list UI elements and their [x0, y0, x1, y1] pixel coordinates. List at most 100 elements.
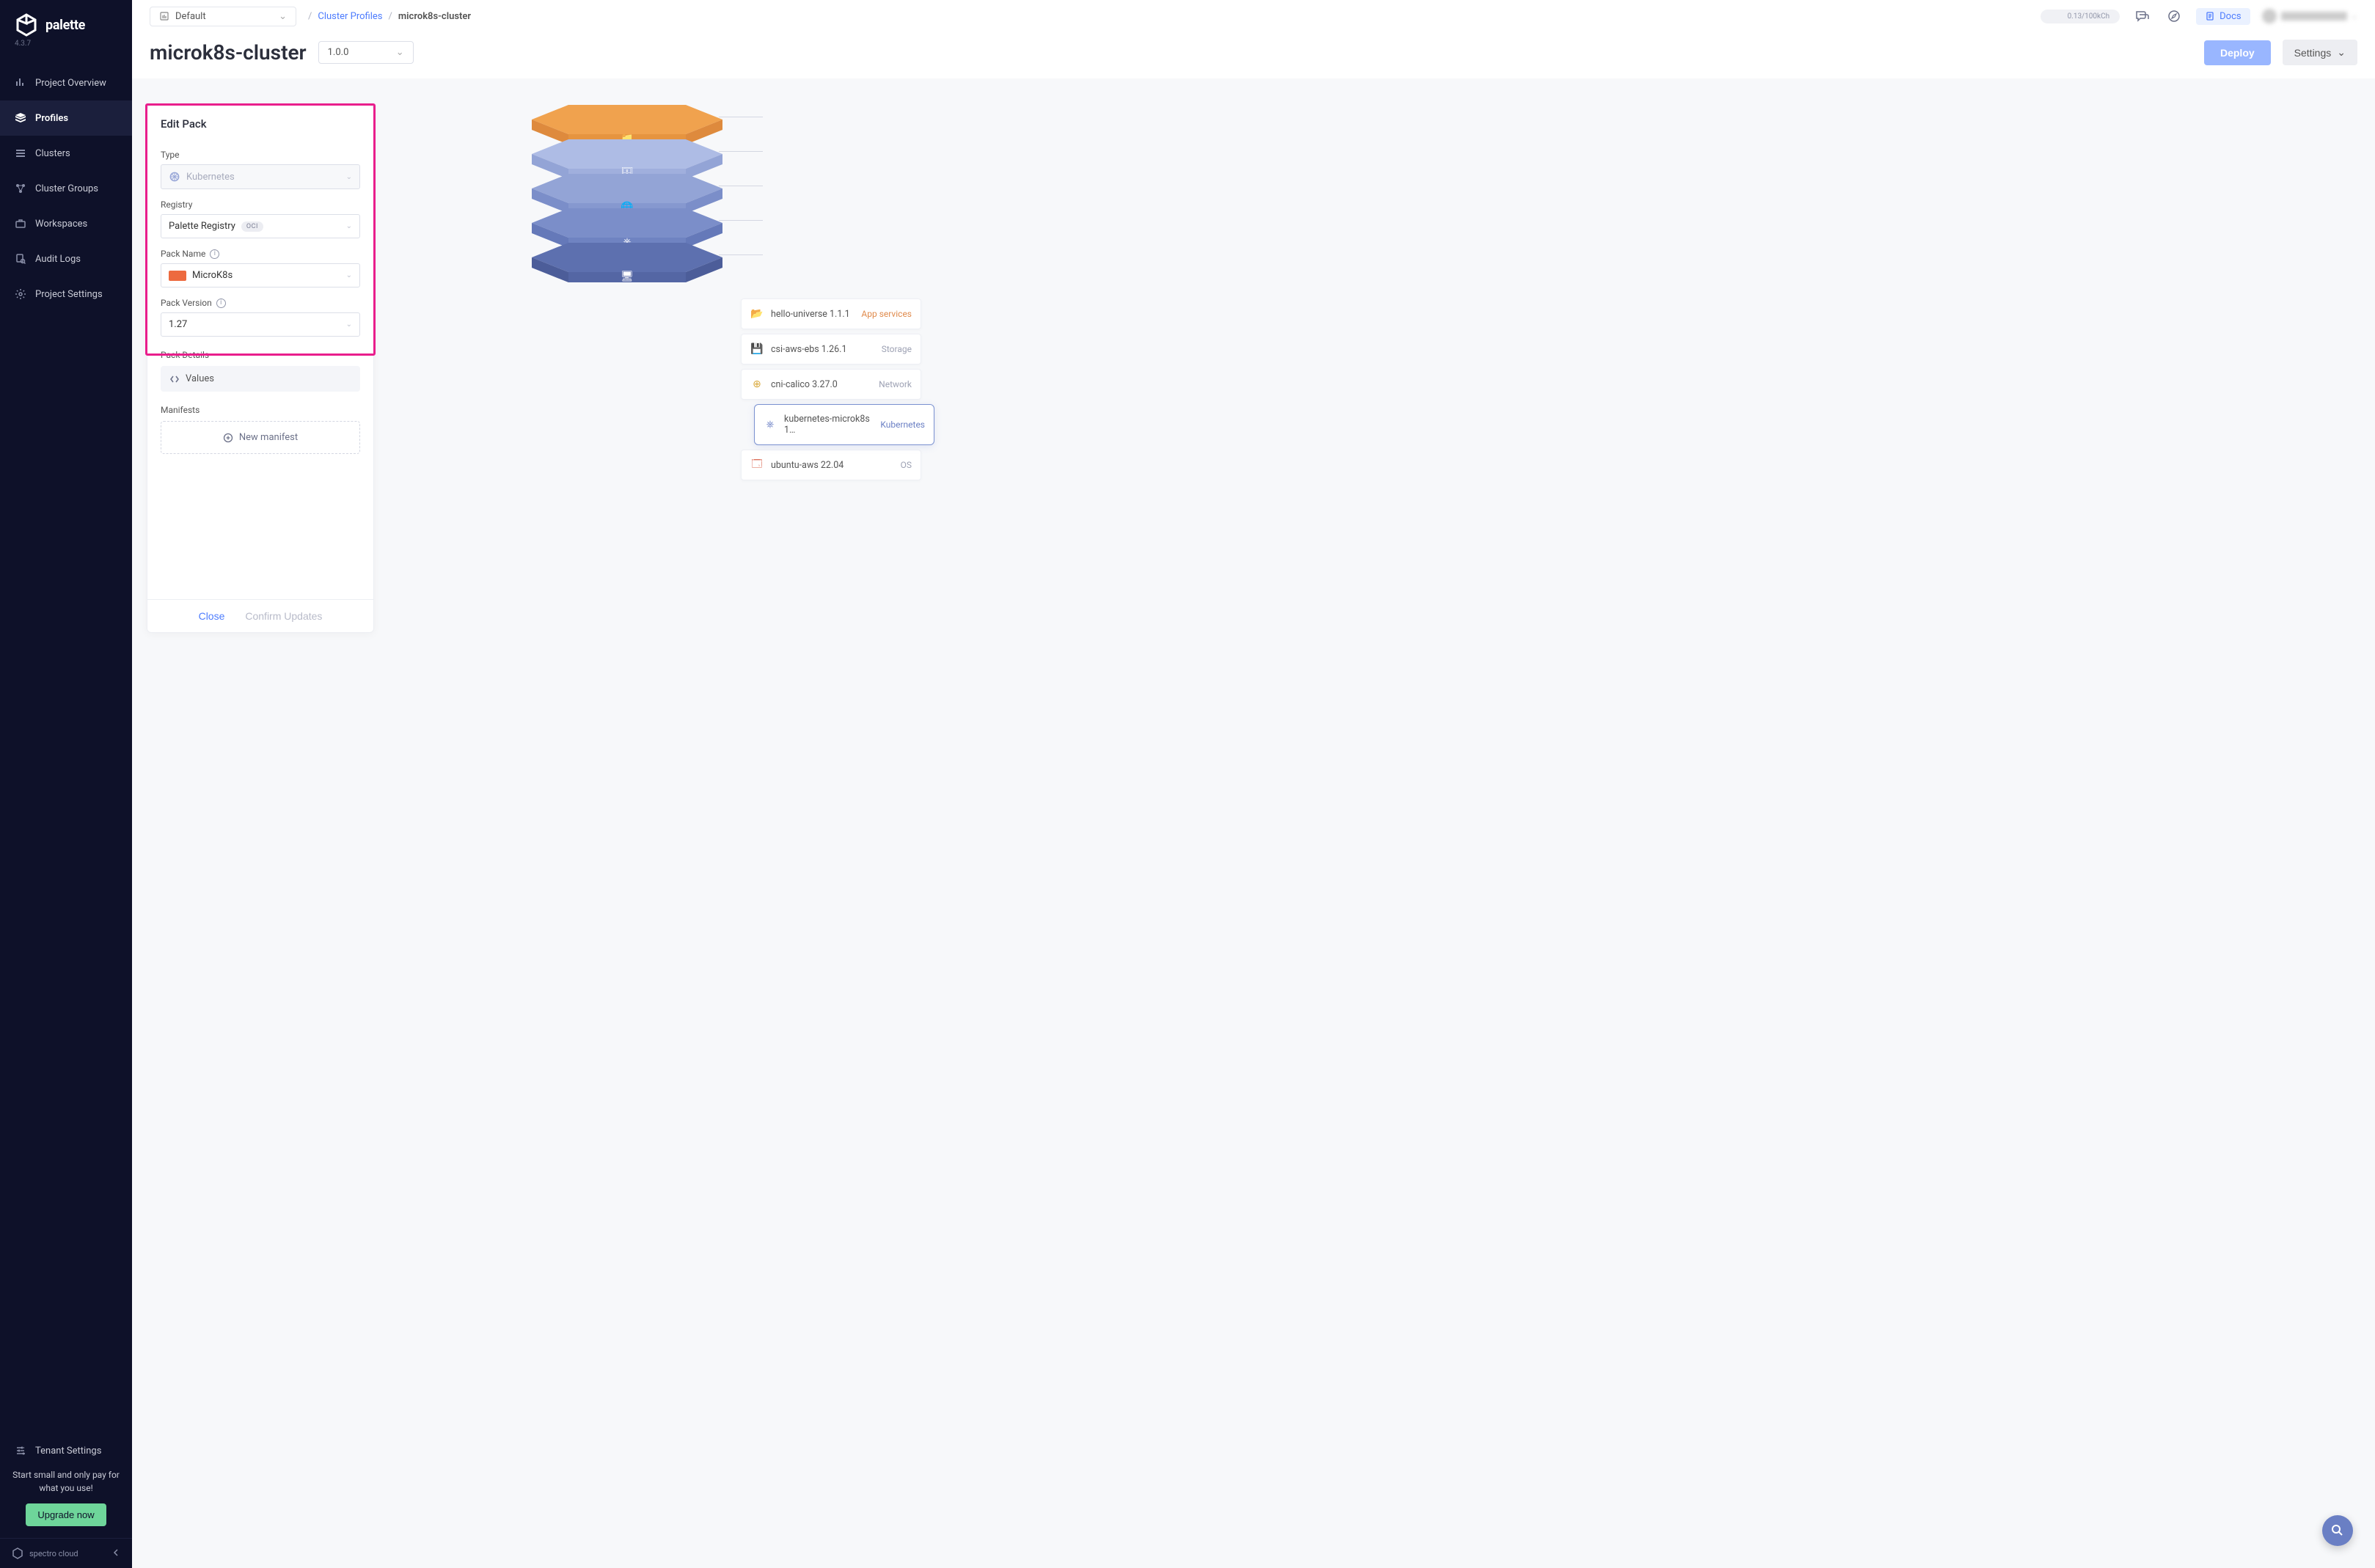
document-icon — [2205, 11, 2215, 21]
manifests-label: Manifests — [161, 405, 360, 415]
plus-circle-icon — [223, 433, 233, 443]
new-manifest-button[interactable]: New manifest — [161, 421, 360, 454]
search-icon — [2330, 1523, 2345, 1538]
nav-project-settings[interactable]: Project Settings — [0, 276, 132, 312]
sidebar: palette 4.3.7 Project Overview Profiles — [0, 0, 132, 1568]
avatar-icon — [2262, 9, 2277, 23]
layer-card-app[interactable]: 📂 hello-universe 1.1.1 App services — [741, 298, 921, 329]
layer-kind: Kubernetes — [880, 420, 925, 430]
layer-kind: App services — [861, 309, 912, 319]
pack-version-label: Pack Version i — [161, 298, 360, 308]
chevron-down-icon: ⌄ — [2352, 12, 2357, 21]
profile-version-select[interactable]: 1.0.0 ⌄ — [318, 41, 414, 64]
pack-name-label: Pack Name i — [161, 249, 360, 259]
layer-card-network[interactable]: ⊕ cni-calico 3.27.0 Network — [741, 369, 921, 400]
nav: Project Overview Profiles Clusters Clust… — [0, 65, 132, 1468]
connector — [719, 151, 763, 152]
registry-select[interactable]: Palette Registry OCI ⌄ — [161, 214, 360, 238]
registry-value: Palette Registry — [169, 221, 235, 232]
stack-visual: 📁 🗄 🌐 ⎈ — [447, 105, 2375, 1568]
pack-details-label: Pack Details — [161, 350, 360, 360]
breadcrumb-link-profiles[interactable]: Cluster Profiles — [318, 11, 382, 22]
promo-text: Start small and only pay for what you us… — [0, 1468, 132, 1503]
user-menu[interactable]: ⌄ — [2262, 9, 2357, 23]
layer-name: csi-aws-ebs 1.26.1 — [771, 344, 874, 355]
info-icon[interactable]: i — [210, 249, 219, 259]
nav-label: Cluster Groups — [35, 183, 98, 194]
sliders-icon — [15, 1445, 26, 1457]
nodes-icon — [15, 183, 26, 194]
code-icon — [169, 374, 180, 384]
chevron-down-icon: ⌄ — [2337, 46, 2346, 59]
help-fab[interactable] — [2322, 1515, 2353, 1546]
monitor-icon: 🖥 — [621, 271, 634, 282]
layer-kind: Storage — [882, 344, 912, 354]
spectro-logo-icon — [12, 1547, 23, 1559]
usage-badge[interactable]: 0.13/100kCh — [2041, 10, 2120, 23]
project-icon — [159, 11, 169, 21]
nav-clusters[interactable]: Clusters — [0, 136, 132, 171]
chevron-down-icon: ⌄ — [346, 173, 352, 181]
compass-icon[interactable] — [2164, 6, 2184, 26]
titlebar: microk8s-cluster 1.0.0 ⌄ Deploy Settings… — [132, 32, 2375, 78]
nav-label: Project Overview — [35, 78, 106, 89]
type-value: Kubernetes — [186, 172, 235, 183]
scope-selector[interactable]: Default ⌄ — [150, 7, 296, 26]
layer-cards: 📂 hello-universe 1.1.1 App services 💾 cs… — [741, 298, 921, 480]
values-button[interactable]: Values — [161, 366, 360, 392]
nav-audit-logs[interactable]: Audit Logs — [0, 241, 132, 276]
globe-icon: ⊕ — [750, 378, 764, 390]
logo: palette — [0, 0, 132, 40]
pack-version-value: 1.27 — [169, 319, 187, 330]
upgrade-button[interactable]: Upgrade now — [26, 1503, 106, 1526]
chat-icon[interactable] — [2131, 6, 2152, 26]
footer-brand[interactable]: spectro cloud — [0, 1538, 132, 1568]
chevron-down-icon: ⌄ — [346, 271, 352, 279]
type-label: Type — [161, 150, 360, 160]
layer-name: cni-calico 3.27.0 — [771, 379, 871, 390]
breadcrumb-sep: / — [389, 11, 392, 22]
nav-project-overview[interactable]: Project Overview — [0, 65, 132, 100]
layer-card-storage[interactable]: 💾 csi-aws-ebs 1.26.1 Storage — [741, 334, 921, 364]
nav-profiles[interactable]: Profiles — [0, 100, 132, 136]
nav-workspaces[interactable]: Workspaces — [0, 206, 132, 241]
nav-cluster-groups[interactable]: Cluster Groups — [0, 171, 132, 206]
connector — [719, 220, 763, 221]
nav-tenant-settings[interactable]: Tenant Settings — [0, 1433, 132, 1468]
pack-name-select[interactable]: MicroK8s ⌄ — [161, 263, 360, 287]
briefcase-icon — [15, 218, 26, 230]
footer-brand-text: spectro cloud — [29, 1549, 78, 1558]
pack-name-value: MicroK8s — [192, 270, 233, 281]
confirm-button: Confirm Updates — [245, 610, 322, 622]
user-name-redacted — [2281, 12, 2347, 21]
close-button[interactable]: Close — [199, 610, 225, 622]
main: Default ⌄ / Cluster Profiles / microk8s-… — [132, 0, 2375, 1568]
breadcrumb-sep: / — [308, 11, 312, 22]
docs-button[interactable]: Docs — [2196, 8, 2250, 25]
content: Edit Pack Type Kubernetes ⌄ Registry Pal… — [132, 78, 2375, 1568]
list-icon — [15, 147, 26, 159]
wheel-icon — [169, 171, 180, 183]
chevron-down-icon: ⌄ — [279, 11, 287, 22]
chevron-left-icon[interactable] — [111, 1548, 120, 1559]
deploy-button[interactable]: Deploy — [2204, 40, 2271, 65]
settings-button[interactable]: Settings ⌄ — [2283, 40, 2357, 65]
info-icon[interactable]: i — [216, 298, 226, 308]
palette-logo-icon — [15, 13, 38, 37]
panel-title: Edit Pack — [147, 106, 373, 139]
layer-kind: Network — [879, 379, 912, 389]
chart-bar-icon — [15, 77, 26, 89]
oci-tag: OCI — [241, 221, 263, 232]
nav-label: Profiles — [35, 113, 68, 124]
docs-label: Docs — [2220, 11, 2241, 22]
pack-version-select[interactable]: 1.27 ⌄ — [161, 312, 360, 337]
connector — [719, 254, 763, 255]
layers-icon — [15, 112, 26, 124]
breadcrumb-current: microk8s-cluster — [398, 11, 471, 22]
nav-label: Project Settings — [35, 289, 103, 300]
values-label: Values — [186, 373, 214, 384]
nav-label: Workspaces — [35, 219, 87, 230]
layer-card-kubernetes[interactable]: ⎈ kubernetes-microk8s 1… Kubernetes — [754, 404, 934, 445]
layer-card-os[interactable]: 🗔 ubuntu-aws 22.04 OS — [741, 450, 921, 480]
breadcrumb: / Cluster Profiles / microk8s-cluster — [308, 11, 471, 22]
